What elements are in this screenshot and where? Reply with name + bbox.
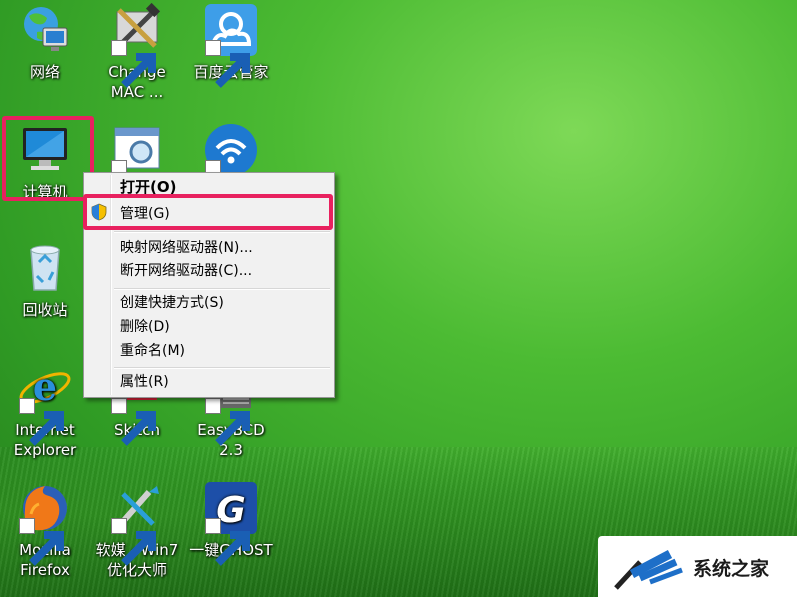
desktop-icon-recycle-bin[interactable]: 回收站: [0, 240, 90, 320]
menu-item-properties[interactable]: 属性(R): [120, 371, 169, 393]
menu-separator: [114, 367, 330, 369]
change-mac-tools-icon: [109, 2, 165, 88]
shortcut-arrow-icon: [111, 518, 156, 566]
watermark-text: 系统之家: [693, 558, 770, 580]
win7-optimizer-tools-icon: [109, 480, 165, 566]
desktop-icon-baidu-cloud[interactable]: 百度云管家: [186, 2, 276, 88]
wifi-icon: [203, 122, 259, 208]
desktop-icon-firefox[interactable]: Mozilla Firefox: [0, 480, 90, 580]
shortcut-arrow-icon: [19, 398, 64, 446]
desktop-icon-ghost[interactable]: G 一键GHOST: [186, 480, 276, 566]
menu-item-rename[interactable]: 重命名(M): [120, 340, 185, 362]
shortcut-arrow-icon: [205, 518, 250, 566]
shortcut-arrow-icon: [19, 518, 64, 566]
menu-item-create-shortcut[interactable]: 创建快捷方式(S): [120, 292, 224, 314]
menu-separator: [114, 231, 330, 233]
desktop-icon-ie[interactable]: e Internet Explorer: [0, 360, 90, 460]
desktop-icon-label: 网络: [29, 63, 60, 81]
desktop-icon-change-mac[interactable]: Change MAC ...: [92, 2, 182, 102]
menu-item-disconnect-network-drive[interactable]: 断开网络驱动器(C)...: [120, 260, 252, 282]
firefox-icon: [17, 480, 73, 566]
window-magnifier-icon: [109, 122, 165, 208]
shortcut-arrow-icon: [205, 398, 250, 446]
recycle-bin-icon: [17, 240, 73, 296]
menu-item-map-network-drive[interactable]: 映射网络驱动器(N)...: [120, 237, 253, 259]
network-icon: [17, 2, 73, 58]
ghost-icon: G: [203, 480, 259, 566]
xitongzhijia-logo-icon: [610, 544, 690, 590]
desktop-icon-network[interactable]: 网络: [0, 2, 90, 82]
computer-icon-highlight: [2, 116, 94, 201]
manage-item-highlight: [83, 194, 333, 230]
desktop-icon-label: 回收站: [22, 301, 68, 319]
internet-explorer-icon: e: [17, 360, 73, 446]
shortcut-arrow-icon: [111, 398, 156, 446]
menu-item-delete[interactable]: 删除(D): [120, 316, 170, 338]
menu-separator: [114, 288, 330, 290]
shortcut-arrow-icon: [205, 40, 250, 88]
watermark: 系统之家: [598, 536, 797, 597]
desktop-icon-win7-optimizer[interactable]: 软媒 - Win7 优化大师: [92, 480, 182, 580]
baidu-cloud-icon: [203, 2, 259, 88]
shortcut-arrow-icon: [111, 40, 156, 88]
